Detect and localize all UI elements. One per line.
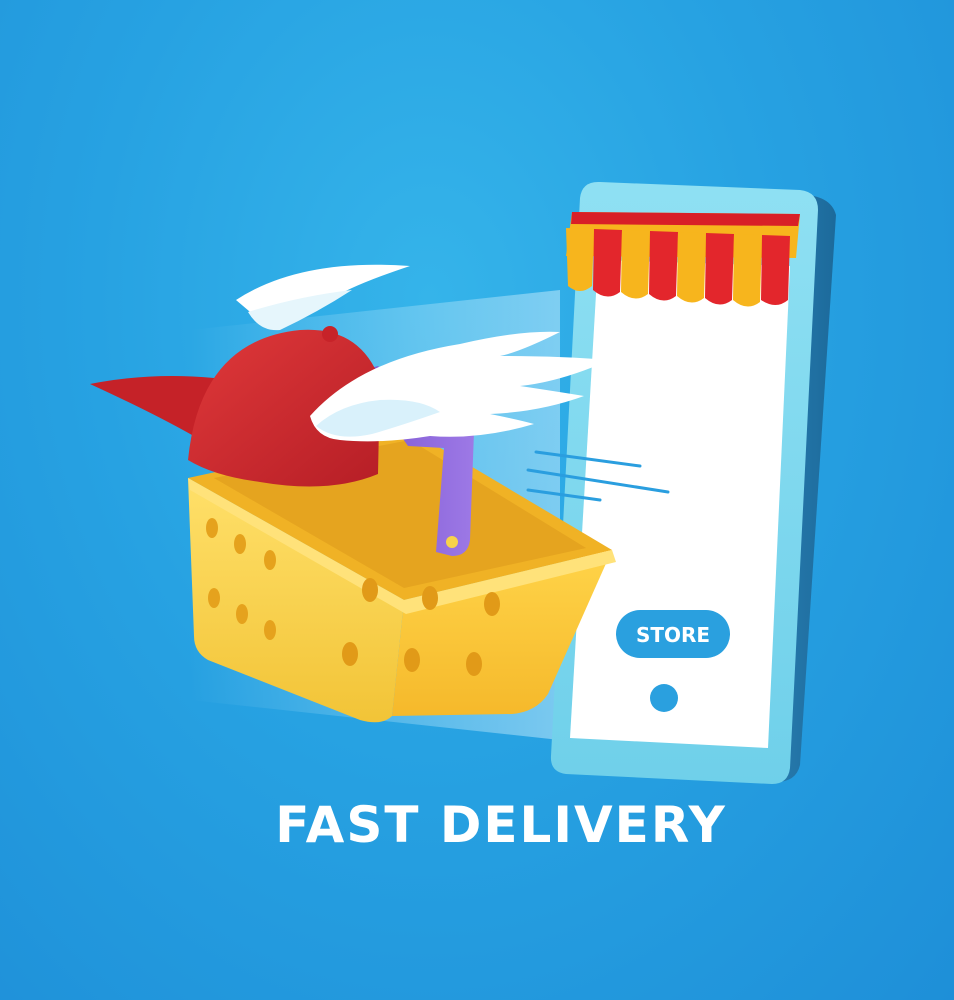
- smartphone-icon: STORE: [550, 181, 836, 784]
- headline: FAST DELIVERY: [275, 796, 727, 854]
- store-button-label: STORE: [636, 623, 710, 647]
- store-button[interactable]: STORE: [616, 610, 730, 658]
- illustration: STORE FAST DELIVERY: [0, 0, 954, 1000]
- store-awning-icon: [566, 212, 800, 307]
- illustration-canvas: STORE FAST DELIVERY: [90, 181, 836, 854]
- home-button[interactable]: [650, 684, 678, 712]
